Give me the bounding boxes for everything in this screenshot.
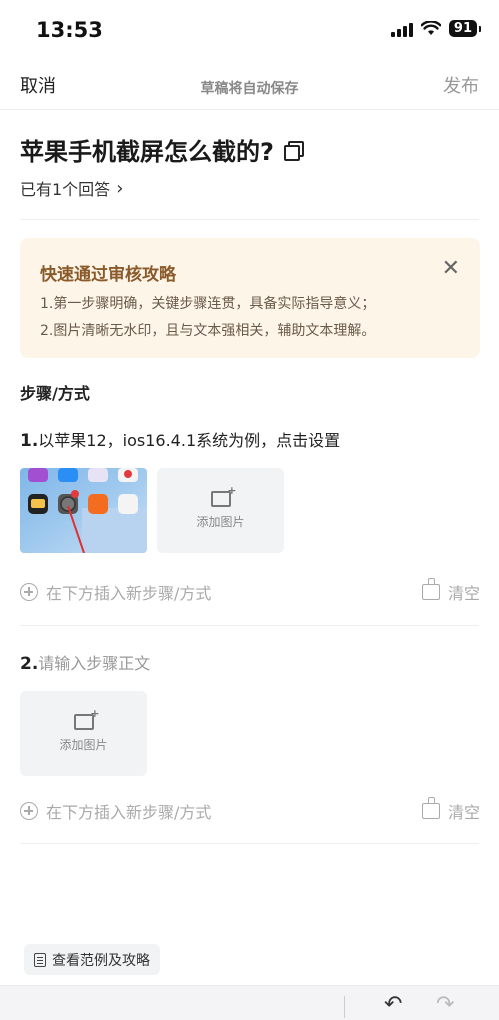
status-time: 13:53 (36, 18, 103, 42)
clear-button[interactable]: 清空 (421, 578, 480, 604)
cellular-signal-icon (390, 21, 413, 37)
question-title-text: 苹果手机截屏怎么截的? (20, 138, 274, 166)
view-examples-button[interactable]: 查看范例及攻略 (24, 944, 160, 975)
step-number: 2. (20, 654, 39, 674)
step-number: 1. (20, 431, 39, 451)
step-text: 以苹果12，ios16.4.1系统为例，点击设置 (38, 431, 341, 450)
add-image-icon (210, 484, 236, 507)
step-1-title[interactable]: 1.以苹果12，ios16.4.1系统为例，点击设置 (20, 427, 340, 451)
wifi-icon (420, 21, 441, 35)
add-image-icon (73, 707, 99, 730)
section-title: 步骤/方式 (20, 384, 90, 403)
undo-icon[interactable]: ↶ (384, 992, 402, 1017)
insert-step-label: 在下方插入新步骤/方式 (46, 584, 212, 603)
plus-circle-icon (20, 802, 38, 820)
divider (20, 843, 479, 844)
close-icon[interactable]: ✕ (442, 258, 460, 280)
step-1-screenshot-thumbnail[interactable] (20, 468, 147, 553)
redo-icon[interactable]: ↷ (436, 992, 454, 1017)
step-2-title[interactable]: 2.请输入步骤正文 (20, 650, 150, 674)
publish-button[interactable]: 发布 (443, 72, 479, 98)
document-icon (34, 952, 46, 967)
tips-card: 快速通过审核攻略 ✕ 1.第一步骤明确，关键步骤连贯，具备实际指导意义； 2.图… (20, 238, 480, 358)
clear-button[interactable]: 清空 (421, 797, 480, 823)
clear-label: 清空 (447, 584, 480, 603)
toolbar-separator (344, 996, 345, 1018)
tips-title: 快速通过审核攻略 (40, 265, 176, 285)
insert-step-button[interactable]: 在下方插入新步骤/方式 (20, 799, 211, 823)
editor-toolbar: ↶ ↷ (0, 985, 499, 1020)
view-examples-label: 查看范例及攻略 (52, 952, 150, 969)
insert-step-label: 在下方插入新步骤/方式 (46, 803, 212, 822)
divider (20, 625, 479, 626)
top-nav: 取消 草稿将自动保存 发布 (0, 62, 499, 110)
step-text-placeholder: 请输入步骤正文 (38, 654, 151, 673)
tips-line: 1.第一步骤明确，关键步骤连贯，具备实际指导意义； (40, 296, 376, 312)
question-title: 苹果手机截屏怎么截的? (20, 132, 304, 167)
step-2-actions: 在下方插入新步骤/方式 清空 (20, 797, 480, 823)
broom-icon (421, 797, 440, 819)
plus-circle-icon (20, 583, 38, 601)
insert-step-button[interactable]: 在下方插入新步骤/方式 (20, 580, 211, 604)
add-image-label: 添加图片 (59, 738, 108, 752)
step-1-actions: 在下方插入新步骤/方式 清空 (20, 578, 480, 604)
chevron-right-icon: › (116, 177, 124, 199)
add-image-button[interactable]: 添加图片 (20, 691, 147, 776)
status-bar: 13:53 91 (0, 0, 499, 62)
status-icons: 91 (390, 20, 482, 37)
battery-icon: 91 (448, 20, 482, 37)
add-image-button[interactable]: 添加图片 (157, 468, 284, 553)
clear-label: 清空 (447, 803, 480, 822)
autosave-hint: 草稿将自动保存 (200, 81, 299, 97)
divider (20, 219, 479, 220)
answers-link[interactable]: 已有1个回答 › (20, 176, 123, 200)
copy-icon[interactable] (283, 140, 304, 161)
add-image-label: 添加图片 (196, 515, 245, 529)
tips-line: 2.图片清晰无水印，且与文本强相关，辅助文本理解。 (40, 323, 376, 339)
broom-icon (421, 578, 440, 600)
answers-label: 已有1个回答 (20, 180, 111, 199)
